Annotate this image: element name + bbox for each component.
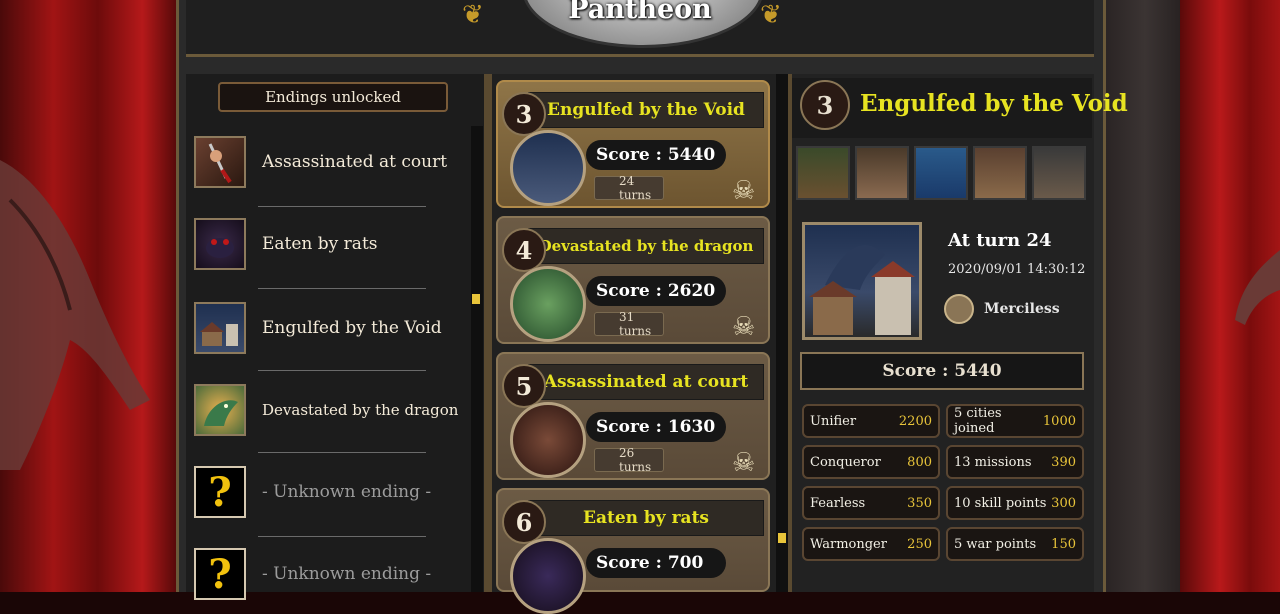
run-rank: 5 [502, 364, 546, 408]
run-title: Devastated by the dragon [528, 228, 764, 264]
question-icon: ? [194, 466, 246, 518]
question-icon: ? [194, 548, 246, 600]
void-town-icon [510, 130, 586, 206]
run-rank: 4 [502, 228, 546, 272]
stat-name: 13 missions [954, 454, 1032, 470]
ending-item[interactable]: Devastated by the dragon [194, 382, 464, 438]
skull-icon: ☠ [732, 176, 756, 206]
skull-icon: ☠ [732, 312, 756, 342]
ending-item[interactable]: ? - Unknown ending - [194, 464, 464, 520]
hero-portrait[interactable] [855, 146, 909, 200]
ending-item[interactable]: Eaten by rats [194, 216, 464, 272]
dagger-hand-icon [510, 402, 586, 478]
stat-item: Warmonger 250 [802, 527, 940, 561]
stat-name: 5 war points [954, 536, 1037, 552]
detail-score: Score : 5440 [800, 352, 1084, 390]
divider [258, 536, 426, 537]
ending-label: - Unknown ending - [262, 482, 432, 502]
stat-item: 10 skill points 300 [946, 486, 1084, 520]
stat-value: 300 [1051, 495, 1076, 511]
stat-name: Conqueror [810, 454, 881, 470]
ending-item[interactable]: Engulfed by the Void [194, 300, 464, 356]
ornament-right-icon: ❦ [760, 0, 782, 30]
detail-turn: At turn 24 [948, 230, 1052, 251]
runs-scrollbar[interactable] [776, 74, 788, 592]
detail-title: Engulfed by the Void [860, 90, 1128, 117]
ending-label: Engulfed by the Void [262, 318, 442, 338]
void-town-icon [194, 302, 246, 354]
stone-pillar [1105, 0, 1185, 592]
run-score: Score : 5440 [586, 140, 726, 170]
stat-name: 10 skill points [954, 495, 1047, 511]
stat-value: 350 [907, 495, 932, 511]
stat-value: 1000 [1042, 413, 1076, 429]
hero-portrait[interactable] [796, 146, 850, 200]
run-card[interactable]: Eaten by rats 6 Score : 700 [496, 488, 770, 614]
difficulty-icon [944, 294, 974, 324]
stat-value: 2200 [898, 413, 932, 429]
stat-value: 150 [1051, 536, 1076, 552]
rat-icon [194, 218, 246, 270]
divider [258, 370, 426, 371]
stat-name: Warmonger [810, 536, 887, 552]
divider [258, 206, 426, 207]
detail-date: 2020/09/01 14:30:12 [948, 262, 1086, 277]
stat-value: 800 [907, 454, 932, 470]
run-score: Score : 2620 [586, 276, 726, 306]
difficulty-label: Merciless [984, 301, 1060, 317]
dagger-hand-icon [194, 136, 246, 188]
ending-label: - Unknown ending - [262, 564, 432, 584]
ending-label: Eaten by rats [262, 234, 378, 254]
stat-item: Fearless 350 [802, 486, 940, 520]
ending-item[interactable]: Assassinated at court [194, 134, 464, 190]
ending-label: Assassinated at court [262, 152, 448, 172]
dragon-icon [194, 384, 246, 436]
skull-icon: ☠ [732, 448, 756, 478]
run-rank: 3 [502, 92, 546, 136]
stat-value: 390 [1051, 454, 1076, 470]
stat-name: Unifier [810, 413, 857, 429]
stat-item: Unifier 2200 [802, 404, 940, 438]
endings-scroll-thumb[interactable] [472, 294, 480, 304]
run-title: Assassinated at court [528, 364, 764, 400]
stat-name: 5 cities joined [954, 406, 1002, 436]
divider [258, 452, 426, 453]
hero-portrait[interactable] [914, 146, 968, 200]
endings-scrollbar[interactable] [471, 126, 483, 592]
run-title: Eaten by rats [528, 500, 764, 536]
runs-scroll-thumb[interactable] [778, 533, 786, 543]
run-score: Score : 1630 [586, 412, 726, 442]
stat-item: 5 cities joined 1000 [946, 404, 1084, 438]
divider [258, 288, 426, 289]
ending-item[interactable]: ? - Unknown ending - [194, 546, 464, 602]
dragon-claw-right-icon [1235, 250, 1280, 325]
run-card[interactable]: Engulfed by the Void 3 Score : 5440 24 t… [496, 80, 770, 208]
dragon-claw-icon [0, 160, 150, 470]
ending-scene-image [802, 222, 922, 340]
detail-rank: 3 [800, 80, 850, 130]
stat-value: 250 [907, 536, 932, 552]
run-card[interactable]: Assassinated at court 5 Score : 1630 26 … [496, 352, 770, 480]
hero-portrait[interactable] [1032, 146, 1086, 200]
column-divider [484, 74, 492, 592]
stat-item: 5 war points 150 [946, 527, 1084, 561]
run-turns: 26 turns [594, 446, 664, 474]
ending-label: Devastated by the dragon [262, 401, 459, 419]
run-score: Score : 700 [586, 548, 726, 578]
run-turns: 24 turns [594, 174, 664, 202]
endings-header: Endings unlocked [218, 82, 448, 112]
run-title: Engulfed by the Void [528, 92, 764, 128]
ornament-left-icon: ❦ [462, 0, 484, 30]
run-rank: 6 [502, 500, 546, 544]
rat-icon [510, 538, 586, 614]
page-title: Pantheon [568, 0, 712, 25]
dragon-icon [510, 266, 586, 342]
hero-portrait[interactable] [973, 146, 1027, 200]
run-turns: 31 turns [594, 310, 664, 338]
stat-item: 13 missions 390 [946, 445, 1084, 479]
stat-name: Fearless [810, 495, 866, 511]
stat-item: Conqueror 800 [802, 445, 940, 479]
run-card[interactable]: Devastated by the dragon 4 Score : 2620 … [496, 216, 770, 344]
